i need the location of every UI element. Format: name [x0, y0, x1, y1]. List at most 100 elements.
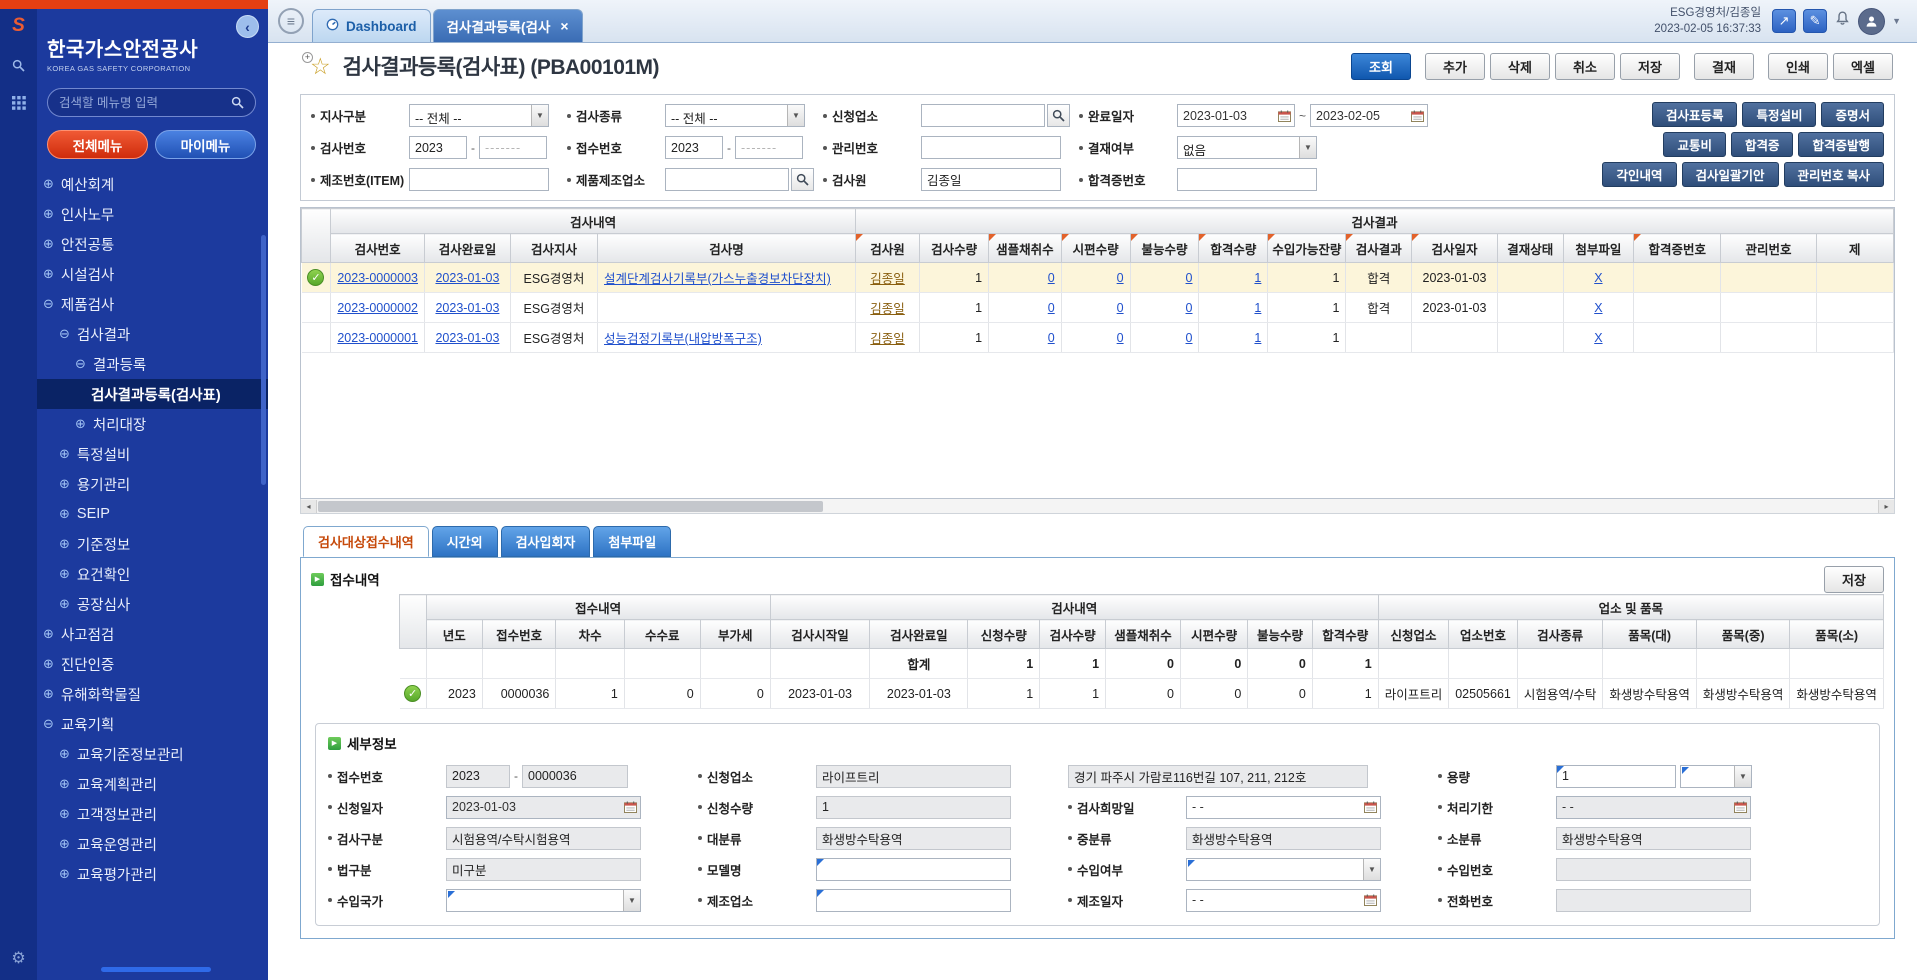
calendar-icon[interactable] [1411, 110, 1424, 122]
settings-gear-icon[interactable]: ⚙ [11, 948, 25, 968]
tool-button-증명서[interactable]: 증명서 [1821, 102, 1884, 127]
grid-link[interactable]: 0 [1117, 271, 1124, 285]
grid-link[interactable]: X [1594, 331, 1602, 345]
date-input[interactable]: - - [1186, 889, 1381, 912]
sidebar-item[interactable]: ⊕인사노무 [37, 199, 268, 229]
column-header-업소번호[interactable]: 업소번호 [1449, 620, 1518, 649]
sidebar-item[interactable]: ⊕유해화학물질 [37, 679, 268, 709]
tab-검사대상접수내역[interactable]: 검사대상접수내역 [303, 526, 429, 557]
tab-검사입회자[interactable]: 검사입회자 [501, 526, 591, 557]
column-header-시편수량[interactable]: 시편수량 [1180, 620, 1247, 649]
grid-link[interactable]: 0 [1048, 301, 1055, 315]
action-button-추가[interactable]: 추가 [1425, 53, 1485, 80]
select-dropdown[interactable]: -- 전체 --▼ [665, 104, 805, 127]
column-header-검사지사[interactable]: 검사지사 [510, 234, 597, 263]
expand-plus-icon[interactable]: ⊕ [59, 746, 70, 762]
grid-link[interactable]: 2023-0000003 [337, 271, 418, 285]
expand-plus-icon[interactable]: ⊕ [59, 566, 70, 582]
column-header-신청수량[interactable]: 신청수량 [968, 620, 1040, 649]
action-button-결재[interactable]: 결재 [1694, 53, 1754, 80]
tab-첨부파일[interactable]: 첨부파일 [593, 526, 671, 557]
expand-plus-icon[interactable]: ⊕ [43, 656, 54, 672]
notifications-bell-icon[interactable] [1834, 10, 1851, 32]
text-input[interactable] [921, 168, 1061, 191]
tool-button-관리번호 복사[interactable]: 관리번호 복사 [1784, 162, 1884, 187]
column-header-품목(소)[interactable]: 품목(소) [1790, 620, 1884, 649]
grid-link[interactable]: 0 [1186, 301, 1193, 315]
sidebar-item[interactable]: ⊖검사결과 [37, 319, 268, 349]
table-row[interactable]: ✓2023-00000032023-01-03ESG경영처설계단계검사기록부(가… [302, 263, 1894, 293]
text-input[interactable] [479, 136, 547, 159]
text-input[interactable] [1556, 827, 1751, 850]
column-header-검사번호[interactable]: 검사번호 [331, 234, 425, 263]
sidebar-item[interactable]: ⊕고객정보관리 [37, 799, 268, 829]
grid-link[interactable]: 1 [1254, 271, 1261, 285]
column-header-부가세[interactable]: 부가세 [700, 620, 770, 649]
column-header-합격수량[interactable]: 합격수량 [1199, 234, 1268, 263]
date-input[interactable]: - - [1186, 796, 1381, 819]
grid-link[interactable]: 2023-0000001 [337, 331, 418, 345]
row-select-cell[interactable]: ✓ [302, 263, 331, 293]
grid-link[interactable]: 2023-01-03 [435, 271, 499, 285]
select-dropdown[interactable]: ▼ [446, 889, 641, 912]
text-input[interactable] [522, 765, 628, 788]
date-input[interactable]: 2023-01-03 [1177, 104, 1295, 127]
column-header-결재상태[interactable]: 결재상태 [1497, 234, 1563, 263]
scrollbar-thumb[interactable] [318, 501, 823, 512]
action-button-조회[interactable]: 조회 [1351, 53, 1411, 80]
chevron-down-icon[interactable]: ▼ [1734, 766, 1751, 787]
text-input[interactable] [665, 136, 723, 159]
column-header-검사완료일[interactable]: 검사완료일 [870, 620, 968, 649]
select-dropdown[interactable]: -- 전체 --▼ [409, 104, 549, 127]
column-header-검사일자[interactable]: 검사일자 [1412, 234, 1498, 263]
edit-button[interactable]: ✎ [1803, 9, 1827, 33]
sidebar-item[interactable]: ⊕요건확인 [37, 559, 268, 589]
expand-plus-icon[interactable]: ⊕ [43, 176, 54, 192]
text-input[interactable] [816, 858, 1011, 881]
row-select-cell[interactable] [302, 293, 331, 323]
text-input[interactable] [816, 796, 1011, 819]
sidebar-vertical-scrollbar[interactable] [261, 235, 266, 485]
sidebar-item[interactable]: 검사결과등록(검사표) [37, 379, 268, 409]
grid-link[interactable]: 1 [1254, 301, 1261, 315]
column-header-검사시작일[interactable]: 검사시작일 [770, 620, 870, 649]
chevron-down-icon[interactable]: ▼ [531, 105, 548, 126]
column-header-검사수량[interactable]: 검사수량 [1040, 620, 1106, 649]
text-input[interactable] [409, 168, 549, 191]
column-header-검사완료일[interactable]: 검사완료일 [424, 234, 510, 263]
favorite-star-icon[interactable]: ☆+ [310, 55, 331, 78]
text-input[interactable] [1068, 765, 1368, 788]
favorite-add-icon[interactable]: + [302, 52, 313, 63]
sidebar-item[interactable]: ⊕교육기준정보관리 [37, 739, 268, 769]
grid-link[interactable]: X [1594, 271, 1602, 285]
sidebar-item[interactable]: ⊕진단인증 [37, 649, 268, 679]
collapse-minus-icon[interactable]: ⊖ [59, 326, 70, 342]
text-input[interactable] [921, 136, 1061, 159]
text-input[interactable] [1556, 765, 1676, 788]
tab-시간외[interactable]: 시간외 [432, 526, 498, 557]
text-input[interactable] [1177, 168, 1317, 191]
sidebar-item[interactable]: ⊕교육계획관리 [37, 769, 268, 799]
sidebar-item[interactable]: ⊖교육기획 [37, 709, 268, 739]
grid-link[interactable]: 0 [1186, 271, 1193, 285]
table-row[interactable]: ✓202300000361002023-01-032023-01-0311000… [400, 679, 1884, 709]
grid-link[interactable]: 김종일 [870, 332, 905, 346]
external-link-button[interactable]: ↗ [1772, 9, 1796, 33]
expand-plus-icon[interactable]: ⊕ [59, 476, 70, 492]
column-header-샘플채취수[interactable]: 샘플채취수 [989, 234, 1062, 263]
calendar-icon[interactable] [624, 801, 637, 813]
column-header-신청업소[interactable]: 신청업소 [1378, 620, 1449, 649]
date-input[interactable]: 2023-02-05 [1310, 104, 1428, 127]
sidebar-item[interactable]: ⊕SEIP [37, 499, 268, 529]
tool-button-각인내역[interactable]: 각인내역 [1602, 162, 1676, 187]
text-input[interactable] [1186, 827, 1381, 850]
column-header-품목(중)[interactable]: 품목(중) [1696, 620, 1790, 649]
sidebar-item[interactable]: ⊕용기관리 [37, 469, 268, 499]
chevron-down-icon[interactable]: ▼ [787, 105, 804, 126]
collapse-minus-icon[interactable]: ⊖ [75, 356, 86, 372]
search-lookup-button[interactable] [791, 168, 814, 191]
column-header-관리번호[interactable]: 관리번호 [1721, 234, 1816, 263]
grid-link[interactable]: 2023-01-03 [435, 301, 499, 315]
row-select-cell[interactable] [400, 649, 427, 679]
action-button-삭제[interactable]: 삭제 [1490, 53, 1550, 80]
